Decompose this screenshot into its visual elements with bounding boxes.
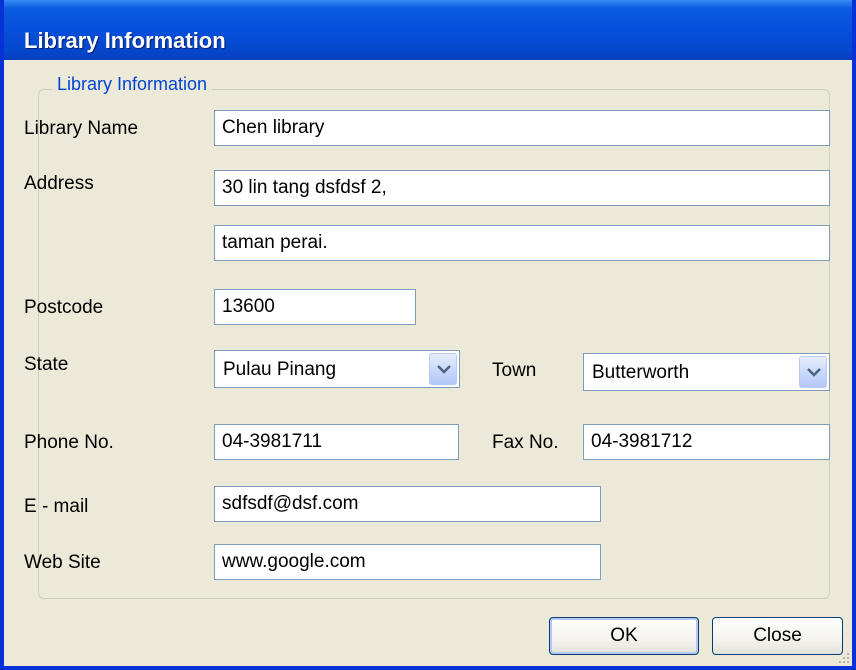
- town-select[interactable]: Butterworth: [583, 353, 830, 391]
- chevron-down-icon[interactable]: [429, 353, 457, 385]
- dialog-body: Library Information Library Name Chen li…: [4, 60, 852, 666]
- website-label: Web Site: [24, 552, 101, 573]
- address-line1-input[interactable]: 30 lin tang dsfdsf 2,: [214, 170, 830, 206]
- ok-button[interactable]: OK: [549, 617, 699, 655]
- group-title: Library Information: [52, 74, 213, 95]
- state-value: Pulau Pinang: [223, 359, 337, 380]
- resize-grip-icon[interactable]: [836, 650, 850, 664]
- phone-label: Phone No.: [24, 432, 114, 453]
- title-bar[interactable]: Library Information: [4, 0, 852, 60]
- phone-input[interactable]: 04-3981711: [214, 424, 459, 460]
- address-label: Address: [24, 173, 94, 194]
- website-input[interactable]: www.google.com: [214, 544, 601, 580]
- address-line2-input[interactable]: taman perai.: [214, 225, 830, 261]
- email-label: E - mail: [24, 496, 89, 517]
- state-label: State: [24, 354, 69, 375]
- library-info-group: [38, 89, 830, 599]
- dialog-window: Library Information Library Information …: [0, 0, 856, 670]
- window-title: Library Information: [24, 28, 226, 53]
- fax-input[interactable]: 04-3981712: [583, 424, 830, 460]
- town-value: Butterworth: [592, 362, 690, 383]
- state-select[interactable]: Pulau Pinang: [214, 350, 460, 388]
- library-name-label: Library Name: [24, 118, 139, 139]
- postcode-input[interactable]: 13600: [214, 289, 416, 325]
- fax-label: Fax No.: [492, 432, 559, 453]
- town-label: Town: [492, 360, 537, 381]
- postcode-label: Postcode: [24, 297, 104, 318]
- close-button[interactable]: Close: [712, 617, 843, 655]
- email-input[interactable]: sdfsdf@dsf.com: [214, 486, 601, 522]
- library-name-input[interactable]: Chen library: [214, 110, 830, 146]
- chevron-down-icon[interactable]: [799, 356, 827, 388]
